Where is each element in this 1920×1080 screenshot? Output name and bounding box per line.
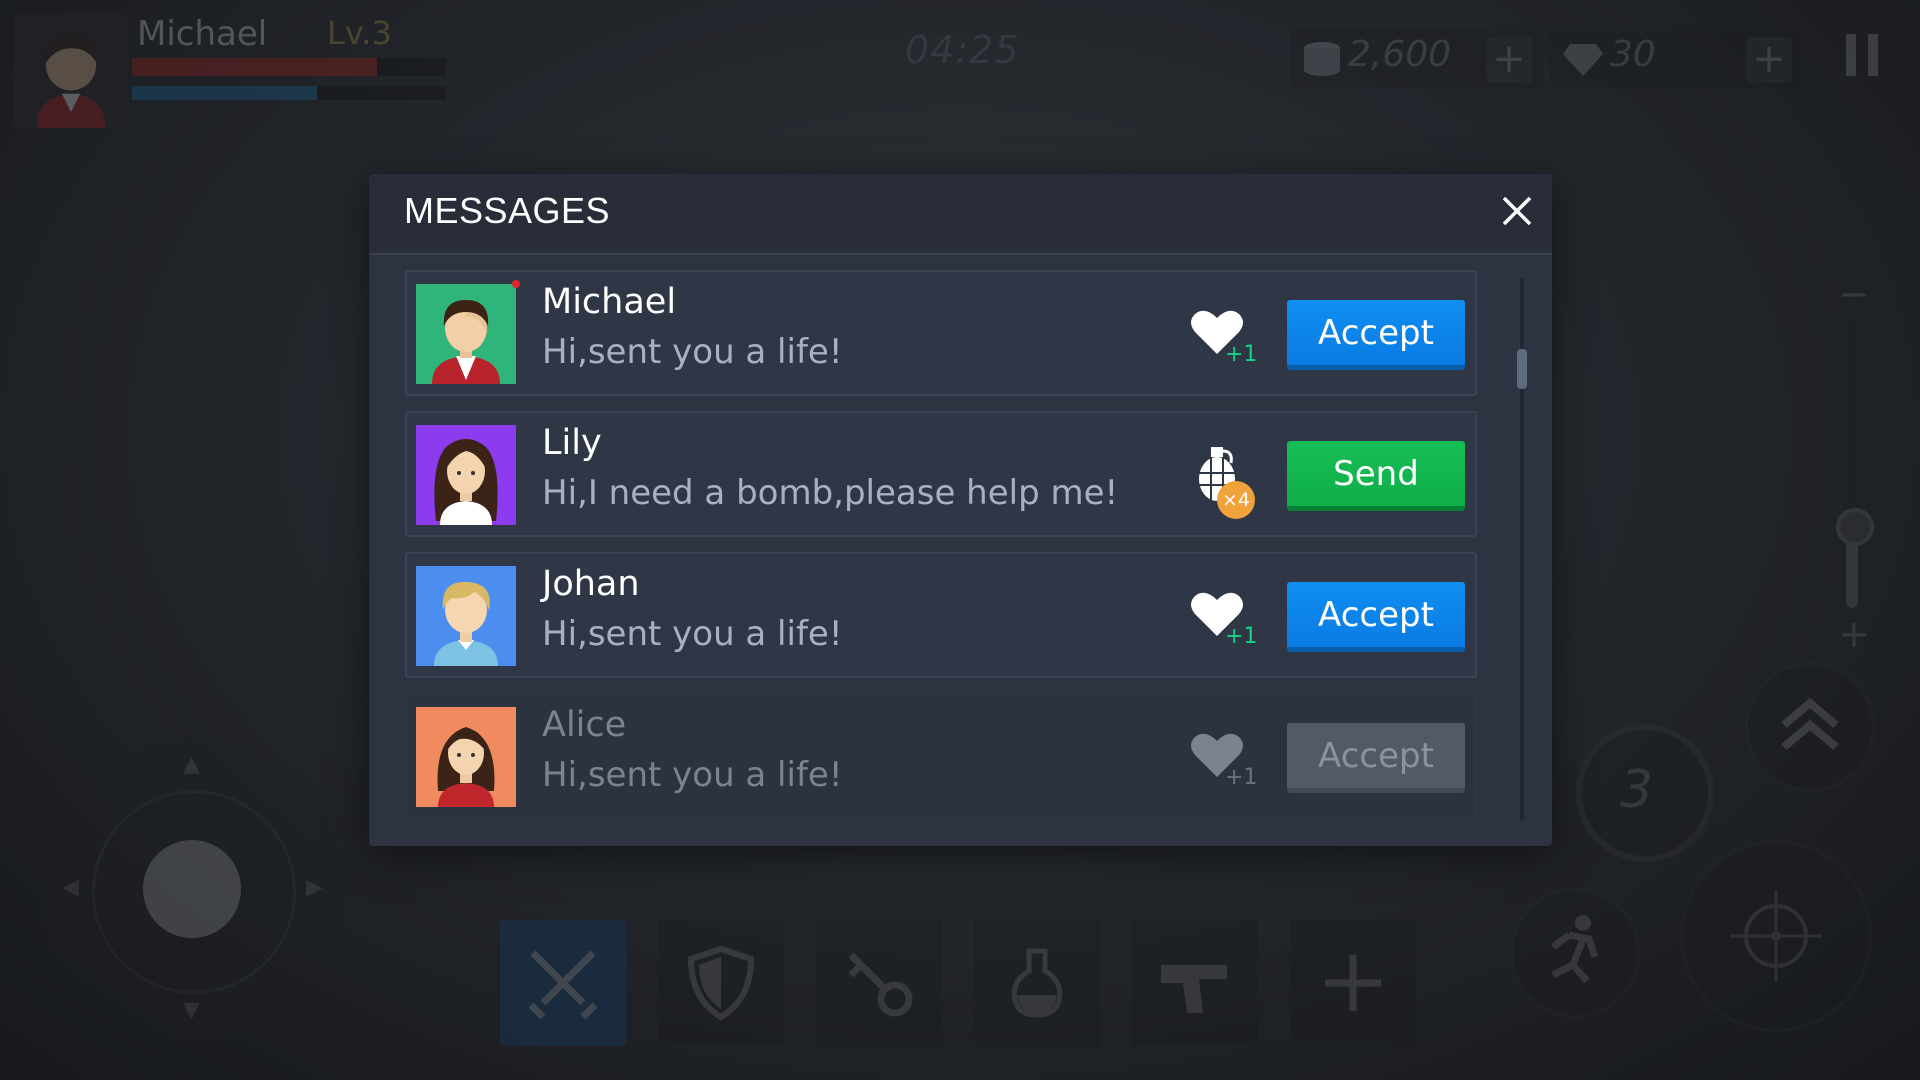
accept-button-disabled: Accept (1287, 723, 1465, 793)
gift-count: +1 (1225, 624, 1258, 649)
sender-name: Lily (542, 423, 602, 463)
avatar-johan (416, 566, 516, 666)
message-text: Hi,sent you a life! (542, 332, 843, 372)
message-text: Hi,I need a bomb,please help me! (542, 473, 1119, 513)
avatar-lily (416, 425, 516, 525)
avatar-michael (416, 284, 516, 384)
bomb-count-badge: ×4 (1217, 481, 1255, 519)
message-row: Alice Hi,sent you a life! +1 Accept (405, 693, 1477, 819)
gift-count: +1 (1225, 765, 1258, 790)
sender-name: Alice (542, 705, 627, 745)
dialog-title: MESSAGES (404, 190, 611, 231)
message-row: Michael Hi,sent you a life! +1 Accept (405, 270, 1477, 396)
accept-button[interactable]: Accept (1287, 300, 1465, 370)
gift: +1 (1187, 584, 1257, 654)
avatar (416, 566, 516, 666)
avatar (416, 707, 516, 807)
message-row: Johan Hi,sent you a life! +1 Accept (405, 552, 1477, 678)
sender-name: Johan (542, 564, 640, 604)
close-icon (1502, 196, 1532, 226)
close-button[interactable] (1496, 190, 1538, 232)
send-button[interactable]: Send (1287, 441, 1465, 511)
gift-count: +1 (1225, 342, 1258, 367)
avatar (416, 425, 516, 525)
message-text: Hi,sent you a life! (542, 755, 843, 795)
accept-button[interactable]: Accept (1287, 582, 1465, 652)
dialog-header: MESSAGES (369, 174, 1552, 255)
sender-name: Michael (542, 282, 677, 322)
gift: +1 (1187, 725, 1257, 795)
message-row: Lily Hi,I need a bomb,please help me! ×4… (405, 411, 1477, 537)
avatar (416, 284, 516, 384)
message-text: Hi,sent you a life! (542, 614, 843, 654)
gift: +1 (1187, 302, 1257, 372)
scrollbar-thumb[interactable] (1517, 349, 1527, 389)
messages-dialog: MESSAGES Michael Hi,sent you a life! +1 … (369, 174, 1552, 846)
avatar-alice (416, 707, 516, 807)
unread-dot (512, 280, 520, 288)
